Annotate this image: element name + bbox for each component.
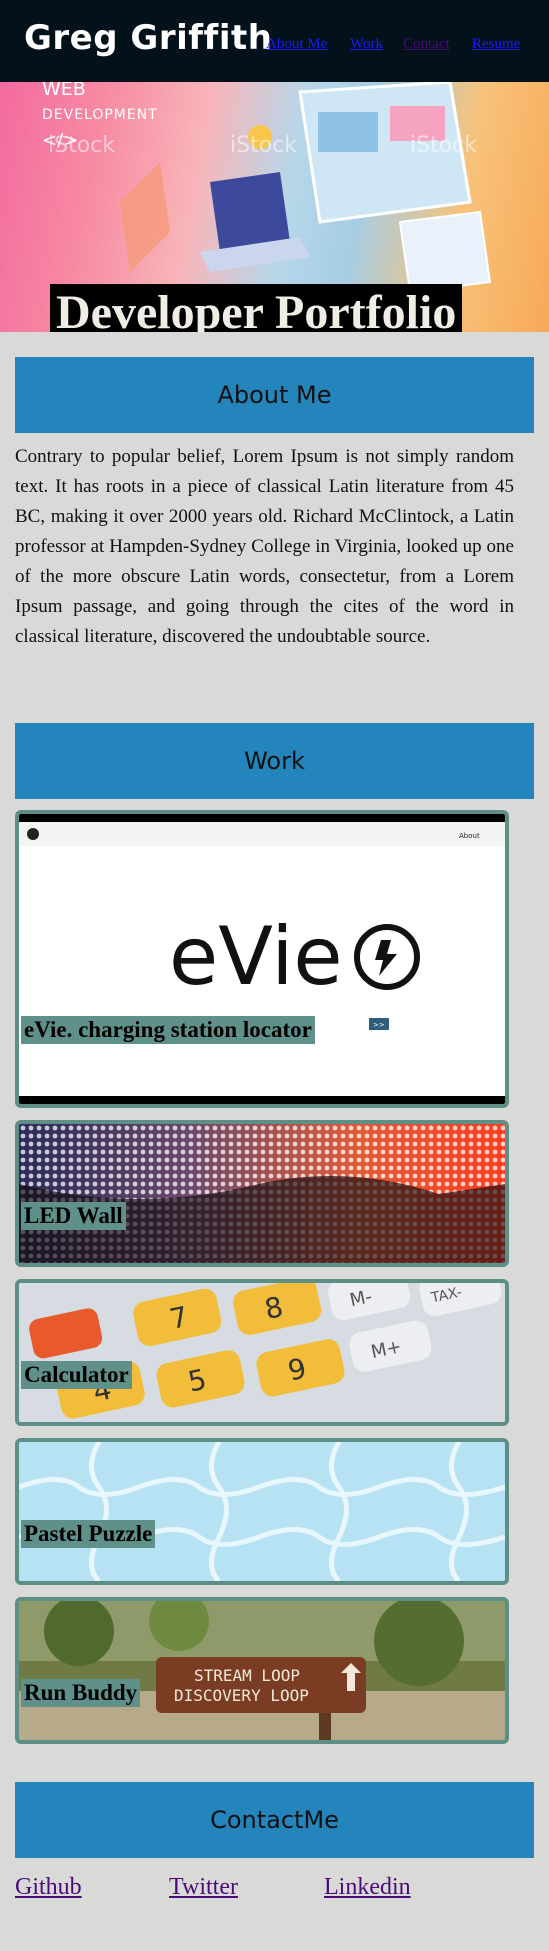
contact-link-twitter[interactable]: Twitter — [169, 1874, 238, 1901]
watermark: iStock — [230, 133, 297, 158]
work-heading: Work — [244, 747, 305, 775]
site-brand: Greg Griffith — [24, 18, 273, 58]
nav-link-work[interactable]: Work — [350, 36, 383, 53]
project-thumb-run-buddy: STREAM LOOP DISCOVERY LOOP — [19, 1601, 505, 1740]
site-header: Greg Griffith About Me Work Contact Resu… — [0, 0, 549, 82]
project-label-run-buddy: Run Buddy — [21, 1679, 141, 1707]
thumb-search-button: >> — [373, 1021, 385, 1029]
hero-art-text-web: WEB — [42, 82, 86, 100]
hero-banner: WEB DEVELOPMENT </> iStock iStock iStock… — [0, 82, 549, 332]
watermark: iStock — [48, 133, 115, 158]
nav-link-resume[interactable]: Resume — [472, 36, 520, 53]
project-label-evie: eVie. charging station locator — [21, 1016, 315, 1044]
about-paragraph: Contrary to popular belief, Lorem Ipsum … — [15, 446, 514, 647]
calc-key-label: M- — [348, 1286, 374, 1311]
contact-heading: ContactMe — [210, 1806, 339, 1834]
thumb-nav-text: About — [459, 832, 480, 840]
project-thumb-calculator: 7 8 4 5 9 M- M+ TAX- — [19, 1283, 505, 1422]
sign-text: STREAM LOOP — [194, 1666, 300, 1685]
project-thumb-evie: About eVie >> — [19, 814, 505, 1104]
nav-link-contact[interactable]: Contact — [403, 36, 450, 53]
contact-link-linkedin[interactable]: Linkedin — [324, 1874, 411, 1901]
project-label-calculator: Calculator — [21, 1361, 132, 1389]
thumb-evie-wordmark: eVie — [169, 910, 343, 1003]
hero-chart — [120, 162, 170, 272]
logo-icon — [27, 828, 39, 840]
work-heading-bar: Work — [15, 723, 534, 799]
project-thumb-led-wall — [19, 1124, 505, 1263]
project-card-pastel-puzzle[interactable]: Pastel Puzzle — [15, 1438, 509, 1585]
about-heading: About Me — [217, 381, 332, 409]
about-heading-bar: About Me — [15, 357, 534, 433]
hero-screen-tile — [318, 112, 378, 152]
sign-text: DISCOVERY LOOP — [174, 1686, 309, 1705]
project-label-led-wall: LED Wall — [21, 1202, 126, 1230]
watermark: iStock — [410, 133, 477, 158]
project-card-evie[interactable]: About eVie >> eVie. charging station loc… — [15, 810, 509, 1108]
project-thumb-pastel-puzzle — [19, 1442, 505, 1581]
project-card-calculator[interactable]: 7 8 4 5 9 M- M+ TAX- Calculator — [15, 1279, 509, 1426]
hero-art-text-development: DEVELOPMENT — [42, 107, 158, 123]
project-card-run-buddy[interactable]: STREAM LOOP DISCOVERY LOOP Run Buddy — [15, 1597, 509, 1744]
hero-screen-small — [398, 210, 492, 294]
hero-title: Developer Portfolio — [50, 284, 463, 332]
contact-heading-bar: ContactMe — [15, 1782, 534, 1858]
nav-link-about[interactable]: About Me — [266, 36, 327, 53]
project-label-pastel-puzzle: Pastel Puzzle — [21, 1520, 156, 1548]
project-card-led-wall[interactable]: LED Wall — [15, 1120, 509, 1267]
hero-laptop — [210, 172, 290, 252]
contact-link-github[interactable]: Github — [15, 1874, 82, 1901]
